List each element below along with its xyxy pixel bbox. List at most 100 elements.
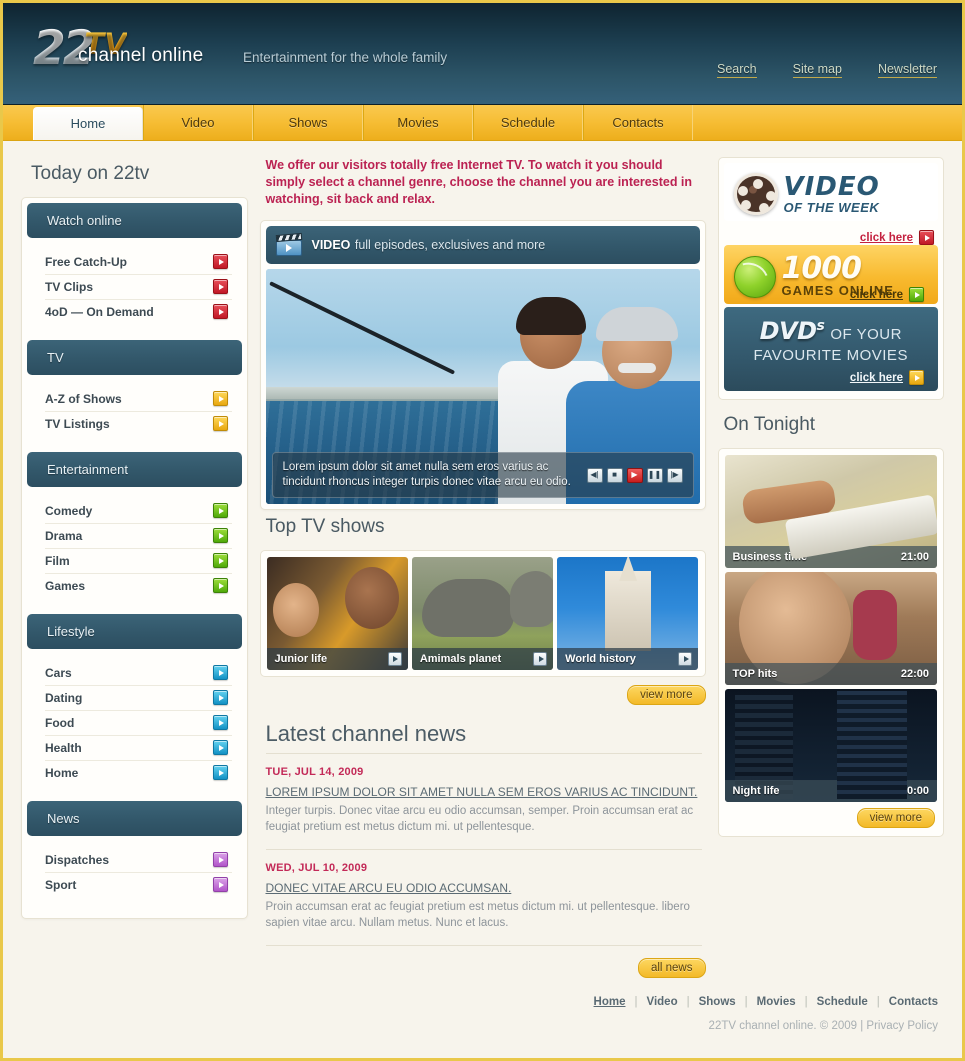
sidebar-item-dating[interactable]: Dating [45,686,232,711]
play-arrow-icon[interactable] [212,254,228,269]
header-link-sitemap[interactable]: Site map [792,62,842,78]
footer-link-contacts[interactable]: Contacts [889,996,938,1008]
promo-dvds[interactable]: DVDs OF YOUR FAVOURITE MOVIES click here [723,307,938,391]
sidebar-item-free-catch-up[interactable]: Free Catch-Up [45,250,232,275]
sidebar-item-drama[interactable]: Drama [45,524,232,549]
stop-icon[interactable]: ■ [606,467,623,483]
play-arrow-icon[interactable] [909,287,924,302]
show-card-junior-life[interactable]: Junior life [266,557,408,670]
sidebar-item-health[interactable]: Health [45,736,232,761]
pause-icon[interactable]: ❚❚ [646,467,663,483]
footer-link-video[interactable]: Video [646,996,677,1008]
footer-link-home[interactable]: Home [594,996,626,1008]
nav-tab-contacts[interactable]: Contacts [583,105,693,140]
news-headline-link[interactable]: DONEC VITAE ARCU EU ODIO ACCUMSAN. [266,881,702,899]
sidebar-item-comedy[interactable]: Comedy [45,499,232,524]
show-card-animals-planet[interactable]: Amimals planet [411,557,554,670]
sidebar-item-dispatches[interactable]: Dispatches [45,848,232,873]
header-link-search[interactable]: Search [717,62,757,78]
show-label: Amimals planet [419,653,502,665]
news-body: Integer turpis. Donec vitae arcu eu odio… [265,805,694,833]
play-arrow-icon[interactable] [212,279,228,294]
video-caption-text: Lorem ipsum dolor sit amet nulla sem ero… [282,461,571,488]
click-here-link[interactable]: click here [850,289,903,301]
sidebar-item-tv-listings[interactable]: TV Listings [45,412,232,436]
play-arrow-icon[interactable] [212,852,228,867]
play-arrow-icon[interactable] [212,578,228,593]
sidebar-item-sport[interactable]: Sport [45,873,232,897]
promo-line1: DVDs [759,317,825,345]
promo-games-online[interactable]: 1000 GAMES ONLINE click here [723,245,938,304]
sidebar-list-watch-online: Free Catch-Up TV Clips 4oD — On Demand [27,240,242,334]
play-arrow-icon[interactable] [678,652,693,666]
sidebar-item-film[interactable]: Film [45,549,232,574]
rewind-icon[interactable]: ◀| [586,467,603,483]
play-arrow-icon[interactable] [212,528,228,543]
sidebar-list-news: Dispatches Sport [27,838,242,907]
promos-panel: VIDEO OF THE WEEK click here 1000 GAMES … [717,157,944,400]
sidebar-item-a-z-of-shows[interactable]: A-Z of Shows [45,387,232,412]
video-stage[interactable]: Lorem ipsum dolor sit amet nulla sem ero… [265,269,700,504]
news-footer: all news [260,958,706,978]
play-arrow-icon[interactable] [212,416,228,431]
promo-line2: OF THE WEEK [783,199,880,215]
view-more-shows-button[interactable]: view more [627,685,706,705]
top-shows-footer: view more [260,685,706,705]
news-item: TUE, JUL 14, 2009 LOREM IPSUM DOLOR SIT … [260,766,706,845]
sidebar-item-food[interactable]: Food [45,711,232,736]
video-head-bold: VIDEO [311,238,351,252]
tonight-item-night-life[interactable]: Night life 00:00 [724,689,937,802]
film-reel-icon [733,173,778,215]
nav-tab-movies[interactable]: Movies [363,105,473,140]
play-arrow-icon[interactable] [212,877,228,892]
play-arrow-icon[interactable] [919,230,934,245]
promo-video-of-the-week[interactable]: VIDEO OF THE WEEK [723,163,938,221]
promo-video-cta-row: click here [724,224,939,245]
play-arrow-icon[interactable] [212,304,228,319]
sidebar-item-cars[interactable]: Cars [45,661,232,686]
show-caption: Amimals planet [411,648,554,670]
forward-icon[interactable]: |▶ [666,467,683,483]
sidebar-item-home[interactable]: Home [45,761,232,785]
play-arrow-icon[interactable] [212,391,228,406]
footer-link-movies[interactable]: Movies [757,996,796,1008]
play-icon[interactable]: ▶ [626,467,643,483]
nav-tab-shows[interactable]: Shows [253,105,363,140]
news-headline-link[interactable]: LOREM IPSUM DOLOR SIT AMET NULLA SEM ERO… [266,785,702,803]
nav-tab-home[interactable]: Home [33,107,143,140]
click-here-link[interactable]: click here [850,372,903,384]
play-arrow-icon[interactable] [387,652,402,666]
divider [265,753,702,754]
sidebar-item-tv-clips[interactable]: TV Clips [45,275,232,300]
nav-tab-schedule[interactable]: Schedule [473,105,583,140]
view-more-tonight-button[interactable]: view more [856,808,935,828]
play-arrow-icon[interactable] [212,765,228,780]
play-arrow-icon[interactable] [212,715,228,730]
play-arrow-icon[interactable] [909,370,924,385]
play-arrow-icon[interactable] [212,740,228,755]
footer-link-schedule[interactable]: Schedule [817,996,868,1008]
sidebar-heading-news: News [27,801,242,836]
play-arrow-icon[interactable] [212,690,228,705]
click-here-link[interactable]: click here [860,232,913,244]
show-caption: Junior life [266,648,408,670]
nav-tab-video[interactable]: Video [143,105,253,140]
separator: | [804,996,808,1008]
tonight-item-top-hits[interactable]: TOP hits 22:00 [724,572,937,685]
sidebar-item-label: Dispatches [45,852,110,867]
on-tonight-title: On Tonight [723,414,816,435]
tonight-label: TOP hits [732,668,778,680]
play-arrow-icon[interactable] [212,665,228,680]
header-link-newsletter[interactable]: Newsletter [877,62,937,78]
footer-link-shows[interactable]: Shows [699,996,736,1008]
show-card-world-history[interactable]: World history [557,557,699,670]
all-news-button[interactable]: all news [637,958,706,978]
sidebar-item-4od-on-demand[interactable]: 4oD — On Demand [45,300,232,324]
sidebar-item-games[interactable]: Games [45,574,232,598]
play-arrow-icon[interactable] [212,553,228,568]
play-arrow-icon[interactable] [533,652,548,666]
play-arrow-icon[interactable] [212,503,228,518]
sidebar-item-label: A-Z of Shows [45,391,122,406]
header-links: Search Site map Newsletter [717,62,937,78]
tonight-item-business-time[interactable]: Business time 21:00 [724,455,937,568]
